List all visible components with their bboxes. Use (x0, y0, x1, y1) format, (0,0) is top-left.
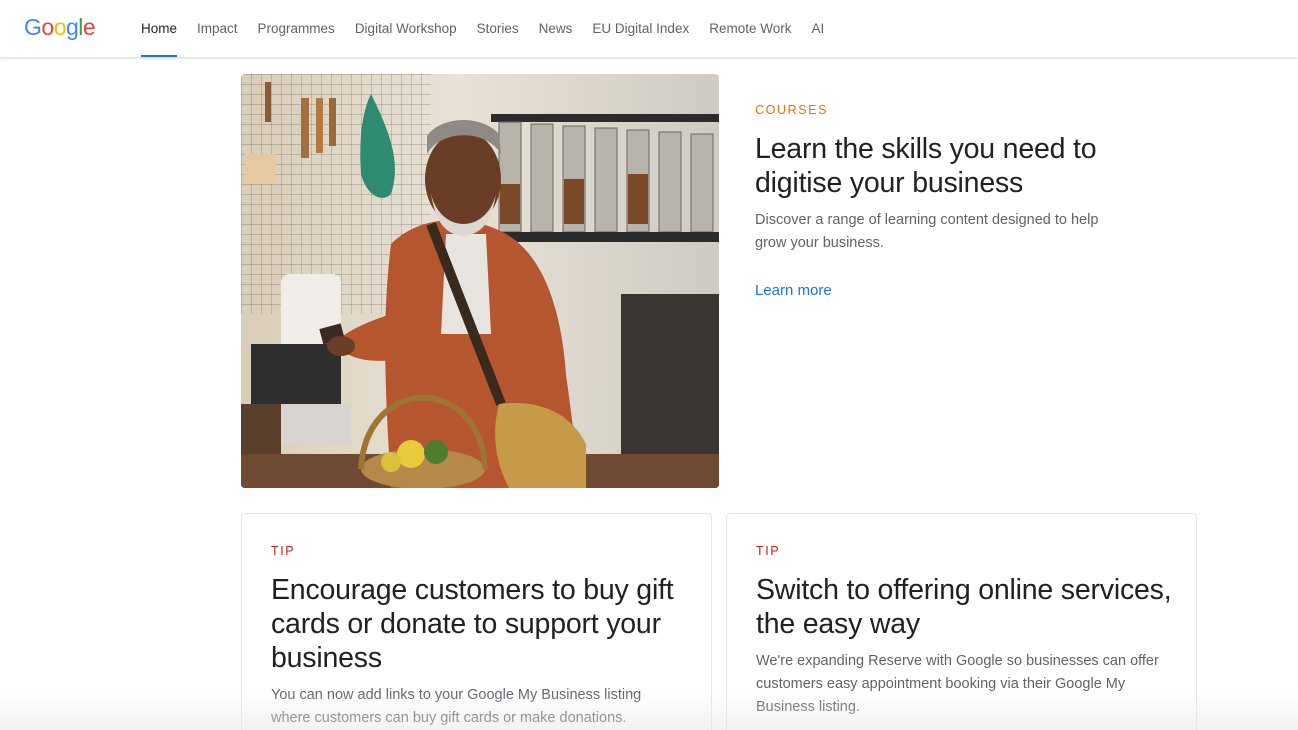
card-title: Switch to offering online services, the … (756, 573, 1176, 641)
logo-letter: g (65, 14, 79, 40)
logo-letter: e (82, 14, 96, 40)
card-description-line: Business listing. (756, 699, 860, 715)
nav-item-home[interactable]: Home (131, 0, 187, 57)
feature-description-line: grow your business. (755, 235, 884, 251)
card-description: We're expanding Reserve with Google so b… (756, 650, 1176, 719)
feature-description-line: Discover a range of learning content des… (755, 212, 1099, 228)
logo-letter: G (24, 14, 42, 40)
card-title-line: the easy way (756, 608, 920, 640)
courses-feature: COURSES Learn the skills you need to dig… (755, 103, 1115, 300)
main-nav: Home Impact Programmes Digital Workshop … (131, 0, 834, 57)
logo-letter: o (41, 14, 54, 40)
nav-item-impact[interactable]: Impact (187, 0, 248, 57)
tip-eyebrow: TIP (271, 544, 296, 558)
learn-more-link[interactable]: Learn more (755, 282, 832, 299)
feature-title-line: Learn the skills you need to (755, 133, 1097, 165)
nav-item-ai[interactable]: AI (801, 0, 834, 57)
google-logo[interactable]: G o o g l e (24, 14, 96, 41)
card-title-line: Switch to offering online services, (756, 574, 1172, 606)
card-title-line: business (271, 642, 382, 674)
card-description-line: You can now add links to your Google My … (271, 687, 642, 703)
card-description-line: customers easy appointment booking via t… (756, 676, 1126, 692)
card-description-line: We're expanding Reserve with Google so b… (756, 653, 1159, 669)
top-navigation-bar: G o o g l e Home Impact Programmes Digit… (0, 0, 1298, 57)
feature-title: Learn the skills you need to digitise yo… (755, 132, 1115, 200)
tip-card-online-services[interactable]: TIP Switch to offering online services, … (726, 513, 1197, 730)
tip-eyebrow: TIP (756, 544, 781, 558)
tip-card-gift-cards[interactable]: TIP Encourage customers to buy gift card… (241, 513, 712, 730)
nav-item-digital-workshop[interactable]: Digital Workshop (345, 0, 467, 57)
nav-item-eu-digital-index[interactable]: EU Digital Index (582, 0, 699, 57)
card-title-line: cards or donate to support your (271, 608, 661, 640)
card-title: Encourage customers to buy gift cards or… (271, 573, 691, 675)
logo-letter: o (53, 14, 67, 40)
nav-item-programmes[interactable]: Programmes (248, 0, 345, 57)
feature-description: Discover a range of learning content des… (755, 209, 1115, 255)
card-description-line: where customers can buy gift cards or ma… (271, 710, 627, 726)
card-title-line: Encourage customers to buy gift (271, 574, 674, 606)
shop-owner-photo (241, 74, 719, 488)
courses-eyebrow: COURSES (755, 103, 829, 117)
nav-item-news[interactable]: News (529, 0, 583, 57)
nav-item-remote-work[interactable]: Remote Work (699, 0, 801, 57)
card-description: You can now add links to your Google My … (271, 684, 691, 730)
feature-title-line: digitise your business (755, 167, 1024, 199)
nav-item-stories[interactable]: Stories (467, 0, 529, 57)
